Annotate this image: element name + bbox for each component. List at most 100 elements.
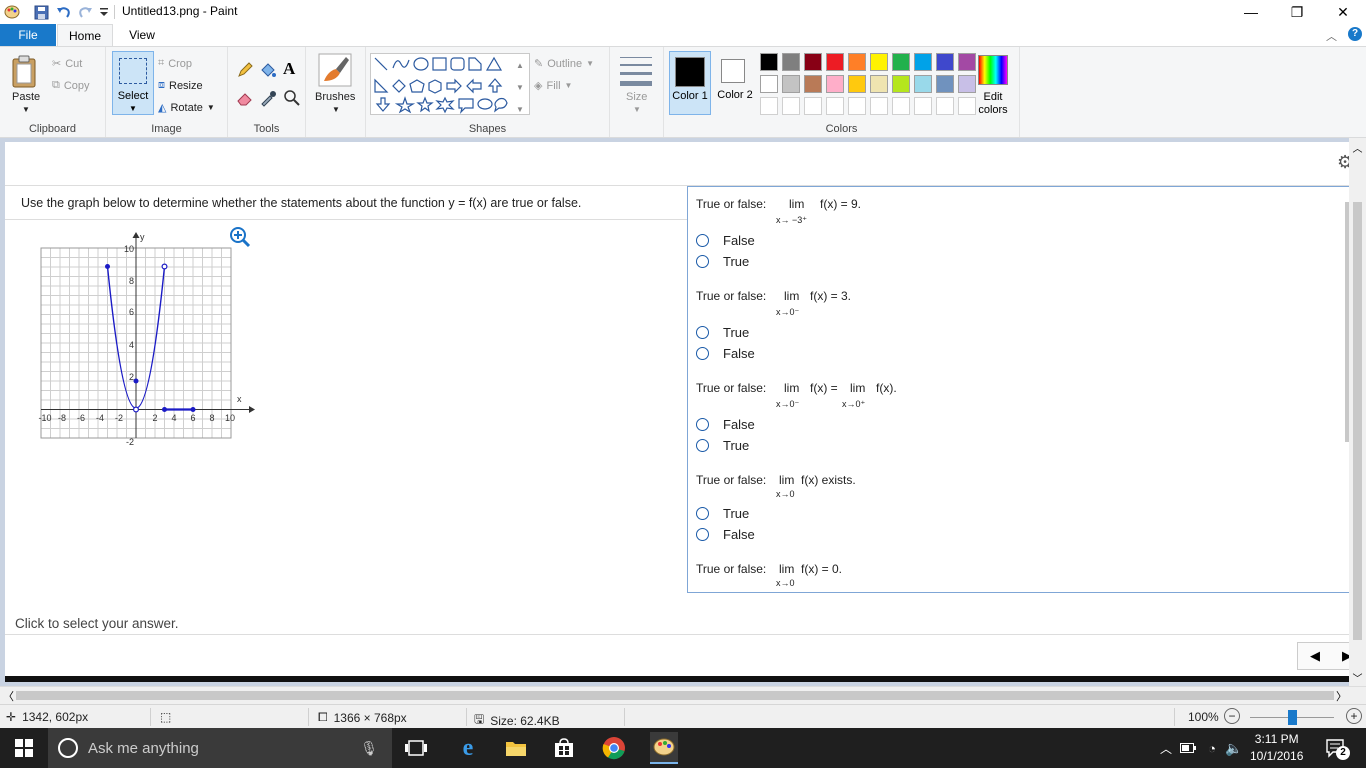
q3-option-a[interactable]: False	[696, 417, 755, 432]
rotate-button[interactable]: ◭ Rotate ▼	[158, 101, 215, 115]
radio-button[interactable]	[696, 439, 709, 452]
color-swatch[interactable]	[870, 75, 888, 93]
file-explorer-icon[interactable]	[504, 736, 528, 760]
zoom-out-icon[interactable]: −	[1224, 708, 1240, 724]
q3-option-b[interactable]: True	[696, 438, 749, 453]
collapse-ribbon-icon[interactable]: ︿	[1326, 28, 1337, 44]
color-swatch[interactable]	[958, 53, 976, 71]
color-swatch[interactable]	[936, 53, 954, 71]
color-swatch[interactable]	[848, 75, 866, 93]
q2-option-a[interactable]: True	[696, 325, 749, 340]
q2-option-b[interactable]: False	[696, 346, 755, 361]
color-swatch[interactable]	[914, 75, 932, 93]
scroll-up-icon[interactable]: ︿	[1349, 140, 1366, 155]
fill-button[interactable]: ◈ Fill ▼	[534, 79, 572, 93]
radio-button[interactable]	[696, 347, 709, 360]
color-swatch[interactable]	[914, 53, 932, 71]
radio-button[interactable]	[696, 234, 709, 247]
help-icon[interactable]: ?	[1348, 27, 1362, 41]
volume-icon[interactable]: 🔈	[1222, 736, 1246, 760]
previous-arrow-icon[interactable]: ◀	[1310, 648, 1320, 664]
color1-button[interactable]: Color 1	[669, 51, 711, 115]
show-hidden-icons-icon[interactable]: ︿	[1154, 736, 1178, 760]
wifi-icon[interactable]: ◔	[1200, 736, 1224, 760]
minimize-button[interactable]: —	[1228, 0, 1274, 24]
canvas-area[interactable]: ⚙ Use the graph below to determine wheth…	[0, 138, 1366, 686]
radio-button[interactable]	[696, 528, 709, 541]
color-swatch[interactable]	[892, 53, 910, 71]
radio-button[interactable]	[696, 255, 709, 268]
close-button[interactable]: ✕	[1320, 0, 1366, 24]
undo-icon[interactable]	[55, 4, 71, 20]
tab-view[interactable]: View	[114, 24, 170, 46]
color-swatch[interactable]	[760, 75, 778, 93]
resize-button[interactable]: ⧈ Resize	[158, 79, 203, 92]
radio-button[interactable]	[696, 418, 709, 431]
crop-button[interactable]: ⌗ Crop	[158, 57, 192, 70]
tab-home[interactable]: Home	[57, 24, 113, 46]
customize-quick-access-icon[interactable]	[99, 4, 109, 20]
horizontal-scroll-thumb[interactable]	[16, 691, 1334, 700]
color-swatch[interactable]	[826, 53, 844, 71]
scroll-left-icon[interactable]: 〈	[3, 688, 14, 704]
size-label[interactable]: Size	[626, 91, 647, 103]
eraser-icon[interactable]	[236, 89, 254, 110]
radio-button[interactable]	[696, 326, 709, 339]
outline-button[interactable]: ✎ Outline ▼	[534, 57, 594, 71]
next-arrow-icon[interactable]: ▶	[1342, 648, 1349, 664]
vertical-scroll-thumb[interactable]	[1353, 202, 1362, 640]
magnifier-icon[interactable]	[283, 89, 301, 110]
custom-color-slot[interactable]	[914, 97, 932, 115]
redo-icon[interactable]	[78, 4, 94, 20]
paste-button[interactable]	[10, 55, 42, 92]
save-icon[interactable]	[34, 4, 49, 20]
color-swatch[interactable]	[760, 53, 778, 71]
paste-dropdown-icon[interactable]: ▼	[22, 105, 30, 114]
microphone-icon[interactable]: 🎙	[360, 740, 378, 757]
zoom-in-icon[interactable]: +	[1346, 708, 1362, 724]
custom-color-slot[interactable]	[892, 97, 910, 115]
size-lines-icon[interactable]	[620, 57, 652, 86]
image-canvas[interactable]: ⚙ Use the graph below to determine wheth…	[5, 142, 1349, 682]
q1-option-b[interactable]: True	[696, 254, 749, 269]
color-swatch[interactable]	[804, 75, 822, 93]
shapes-scroll-icons[interactable]: ▲ ▼ ▼	[516, 55, 524, 121]
color-swatch[interactable]	[804, 53, 822, 71]
custom-color-slot[interactable]	[936, 97, 954, 115]
color-picker-icon[interactable]	[259, 89, 277, 110]
color2-button[interactable]: Color 2	[714, 51, 756, 115]
color-swatch[interactable]	[936, 75, 954, 93]
edit-colors-icon[interactable]	[978, 55, 1008, 85]
scroll-down-icon[interactable]: ﹀	[1349, 670, 1366, 685]
task-view-icon[interactable]	[404, 736, 428, 760]
brush-icon[interactable]	[318, 53, 352, 90]
windows-start-icon[interactable]	[12, 736, 36, 760]
cortana-search-box[interactable]: Ask me anything 🎙	[48, 728, 392, 768]
color-swatch[interactable]	[826, 75, 844, 93]
cut-button[interactable]: ✂ Cut	[52, 57, 82, 71]
edge-browser-icon[interactable]: e	[456, 735, 480, 761]
restore-button[interactable]: ❐	[1274, 0, 1320, 24]
color-swatch[interactable]	[870, 53, 888, 71]
custom-color-slot[interactable]	[760, 97, 778, 115]
brushes-label[interactable]: Brushes	[315, 91, 355, 103]
q4-option-b[interactable]: False	[696, 527, 755, 542]
size-dropdown-icon[interactable]: ▼	[633, 105, 641, 114]
color-swatch[interactable]	[892, 75, 910, 93]
fill-bucket-icon[interactable]	[259, 61, 277, 82]
zoom-in-icon[interactable]	[229, 226, 251, 251]
color-swatch[interactable]	[782, 53, 800, 71]
color-swatch[interactable]	[782, 75, 800, 93]
paste-label[interactable]: Paste	[12, 91, 40, 103]
paint-taskbar-icon[interactable]	[650, 732, 678, 764]
custom-color-slot[interactable]	[848, 97, 866, 115]
select-button[interactable]: Select ▼	[112, 51, 154, 115]
paint-app-icon[interactable]	[4, 4, 20, 20]
q4-option-a[interactable]: True	[696, 506, 749, 521]
tab-file[interactable]: File	[0, 24, 56, 46]
pencil-icon[interactable]	[236, 61, 254, 82]
battery-icon[interactable]	[1176, 736, 1200, 760]
custom-color-slot[interactable]	[804, 97, 822, 115]
text-tool-icon[interactable]: A	[283, 59, 295, 79]
system-clock[interactable]: 3:11 PM 10/1/2016	[1250, 731, 1303, 765]
